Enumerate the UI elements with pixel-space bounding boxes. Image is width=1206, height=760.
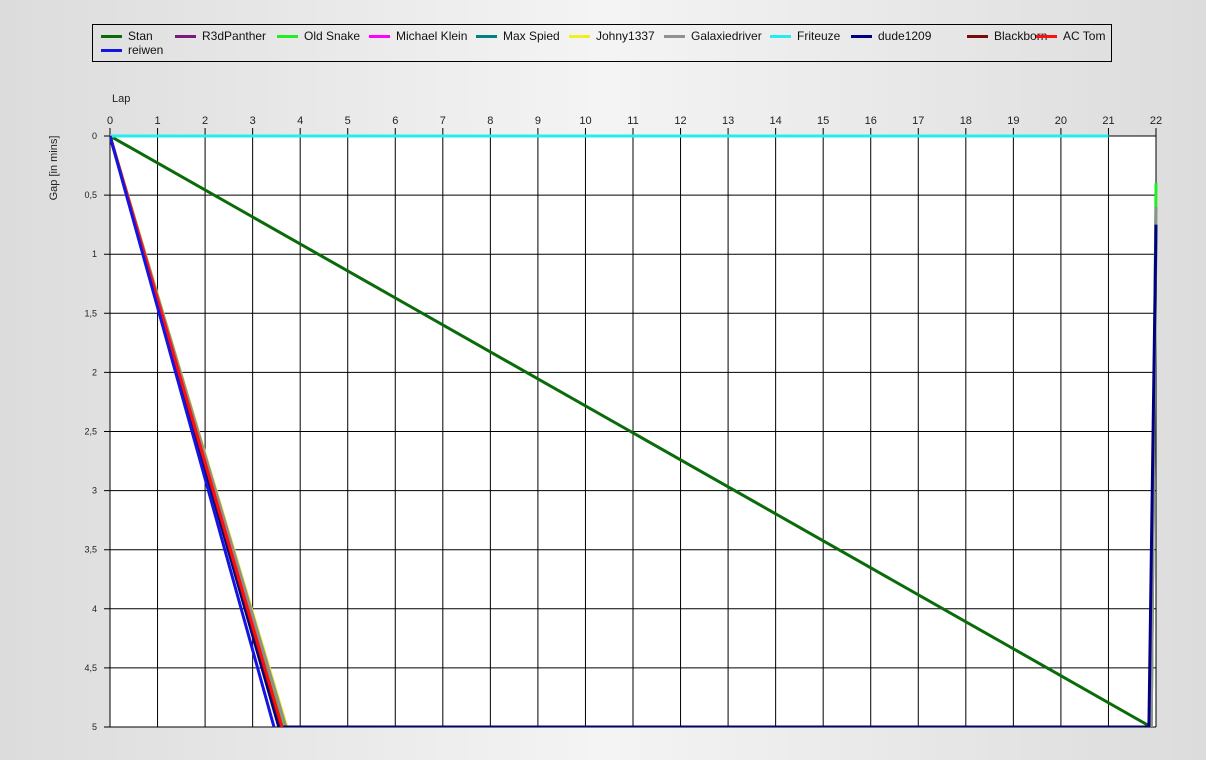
- y-tick-label: 3: [92, 486, 97, 496]
- y-tick-label: 0,5: [84, 190, 97, 200]
- x-tick-label: 19: [1007, 115, 1019, 127]
- y-tick-label: 1,5: [84, 308, 97, 318]
- y-tick-label: 5: [92, 722, 97, 732]
- x-tick-label: 17: [912, 115, 924, 127]
- x-tick-label: 9: [535, 115, 541, 127]
- y-tick-label: 2,5: [84, 427, 97, 437]
- x-tick-label: 21: [1102, 115, 1114, 127]
- y-tick-label: 2: [92, 367, 97, 377]
- x-tick-label: 7: [440, 115, 446, 127]
- x-tick-label: 12: [674, 115, 686, 127]
- x-tick-label: 4: [297, 115, 303, 127]
- x-tick-label: 16: [865, 115, 877, 127]
- x-tick-label: 11: [627, 115, 638, 127]
- x-tick-label: 15: [817, 115, 829, 127]
- x-tick-label: 6: [392, 115, 398, 127]
- x-tick-label: 5: [345, 115, 351, 127]
- y-tick-label: 0: [92, 131, 97, 141]
- y-tick-label: 3,5: [84, 545, 97, 555]
- x-tick-label: 0: [107, 115, 113, 127]
- x-axis-title: Lap: [112, 93, 130, 105]
- x-tick-label: 13: [722, 115, 734, 127]
- y-axis-title: Gap [in mins]: [48, 136, 60, 201]
- x-tick-label: 8: [487, 115, 493, 127]
- x-tick-label: 3: [250, 115, 256, 127]
- y-tick-label: 4: [92, 604, 97, 614]
- x-tick-label: 1: [154, 115, 160, 127]
- y-tick-label: 4,5: [84, 663, 97, 673]
- x-tick-label: 22: [1150, 115, 1162, 127]
- x-tick-label: 10: [579, 115, 591, 127]
- x-tick-label: 2: [202, 115, 208, 127]
- x-tick-label: 14: [770, 115, 782, 127]
- y-tick-label: 1: [92, 249, 97, 259]
- x-tick-label: 18: [960, 115, 972, 127]
- x-tick-label: 20: [1055, 115, 1067, 127]
- chart-plot: 0 1 2 3 4 5 6 7 8 9 10 11 12 13 14 15 16 17 18 19 20 21 2200,5…: [48, 93, 1162, 732]
